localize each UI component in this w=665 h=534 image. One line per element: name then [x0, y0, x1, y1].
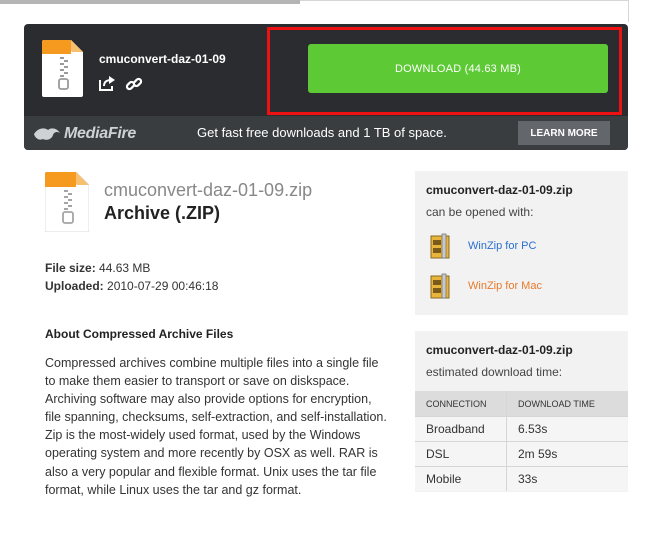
top-divider: [0, 0, 300, 4]
time-cell: 6.53s: [506, 416, 628, 442]
table-row: Broadband 6.53s: [415, 416, 628, 442]
download-time-subtitle: estimated download time:: [426, 365, 563, 379]
time-cell: 2m 59s: [506, 441, 628, 467]
about-heading: About Compressed Archive Files: [45, 327, 234, 341]
uploaded-label: Uploaded:: [45, 279, 104, 293]
share-icon[interactable]: [98, 76, 116, 92]
banner-file-name: cmuconvert-daz-01-09: [99, 52, 226, 66]
file-size-value: 44.63 MB: [99, 261, 151, 275]
zip-file-large-icon: [45, 172, 89, 232]
download-time-panel: cmuconvert-daz-01-09.zip estimated downl…: [415, 331, 628, 492]
promo-text: Get fast free downloads and 1 TB of spac…: [197, 125, 447, 140]
connection-cell: Mobile: [415, 466, 507, 491]
open-with-file-name: cmuconvert-daz-01-09.zip: [426, 183, 573, 197]
app-winzip-pc[interactable]: WinZip for PC: [429, 232, 536, 260]
column-header: CONNECTION: [415, 391, 507, 417]
table-row: Mobile 33s: [415, 466, 628, 491]
app-label[interactable]: WinZip for PC: [468, 240, 536, 252]
file-size-label: File size:: [45, 261, 96, 275]
right-divider: [628, 0, 629, 22]
mediafire-logo[interactable]: MediaFire: [34, 125, 136, 143]
winzip-icon: [430, 233, 450, 259]
file-type-title: Archive (.ZIP): [104, 203, 221, 223]
table-row: DSL 2m 59s: [415, 441, 628, 467]
promo-strip: MediaFire Get fast free downloads and 1 …: [24, 116, 628, 150]
app-label[interactable]: WinZip for Mac: [468, 280, 542, 292]
uploaded-value: 2010-07-29 00:46:18: [107, 279, 219, 293]
highlight-box: [267, 27, 622, 115]
download-time-file-name: cmuconvert-daz-01-09.zip: [426, 343, 573, 357]
connection-cell: Broadband: [415, 416, 507, 442]
download-banner: cmuconvert-daz-01-09 DOWNLOAD (44.63 MB)…: [24, 24, 628, 150]
about-text: Compressed archives combine multiple fil…: [45, 356, 387, 497]
open-with-subtitle: can be opened with:: [426, 205, 534, 219]
app-winzip-mac[interactable]: WinZip for Mac: [429, 272, 542, 300]
file-full-name: cmuconvert-daz-01-09.zip: [104, 180, 313, 200]
download-time-table: CONNECTION DOWNLOAD TIME Broadband 6.53s…: [415, 391, 628, 491]
mediafire-flame-icon: [34, 128, 60, 140]
time-cell: 33s: [506, 466, 628, 491]
file-size-row: File size: 44.63 MB: [45, 261, 150, 275]
open-with-panel: cmuconvert-daz-01-09.zip can be opened w…: [415, 171, 628, 315]
zip-file-icon: [42, 40, 83, 97]
top-divider-light: [300, 0, 628, 1]
learn-more-button[interactable]: LEARN MORE: [518, 121, 610, 145]
table-header-row: CONNECTION DOWNLOAD TIME: [415, 391, 628, 417]
winzip-icon: [430, 273, 450, 299]
mediafire-wordmark: MediaFire: [64, 125, 136, 142]
uploaded-row: Uploaded: 2010-07-29 00:46:18: [45, 279, 218, 293]
connection-cell: DSL: [415, 441, 507, 467]
column-header: DOWNLOAD TIME: [506, 391, 628, 417]
link-icon[interactable]: [125, 75, 143, 93]
